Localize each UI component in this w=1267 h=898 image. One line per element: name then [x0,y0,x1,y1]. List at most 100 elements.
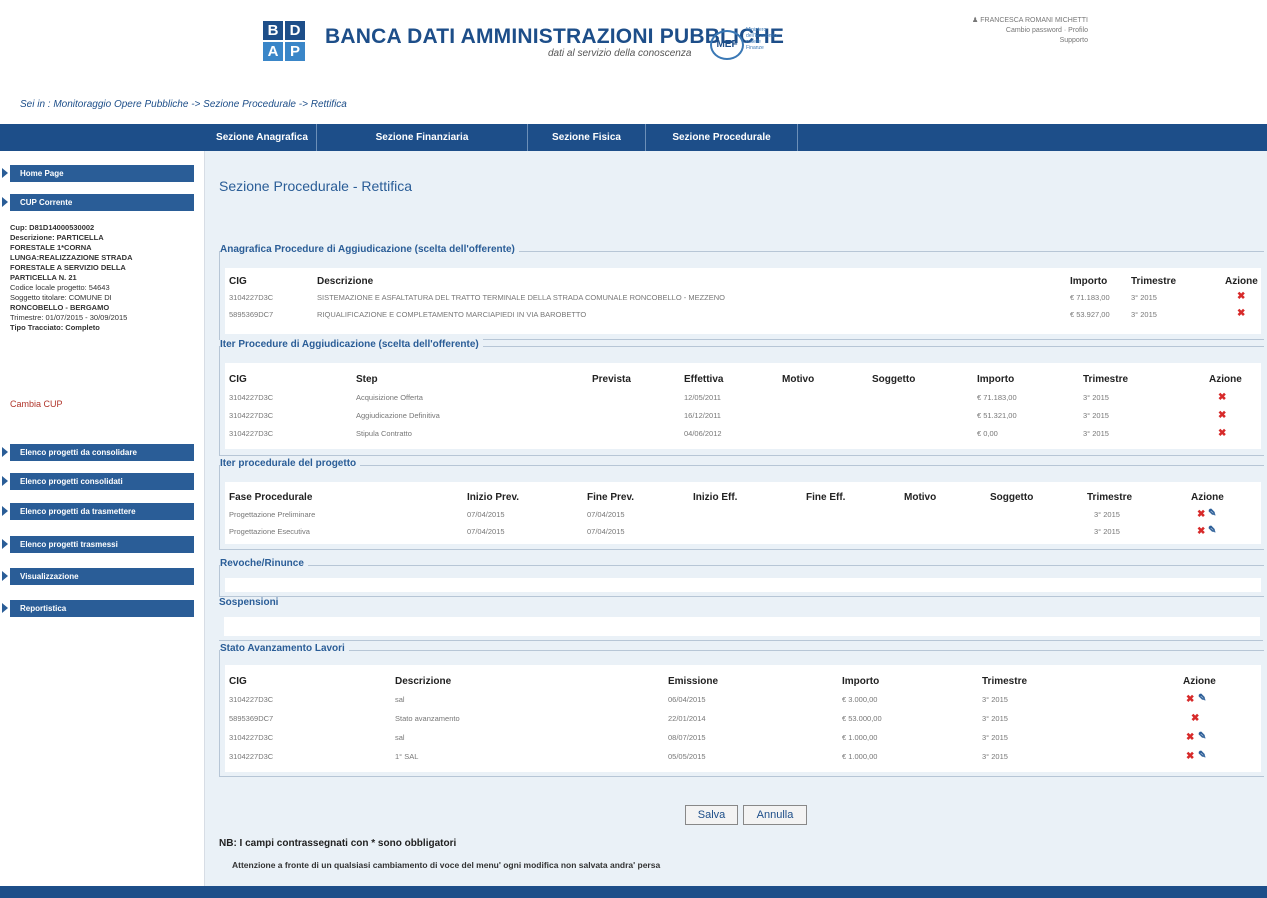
column-header: CIG [229,676,247,687]
top-nav: Sezione Anagrafica Sezione Finanziaria S… [0,124,1267,151]
column-header: CIG [229,374,247,385]
sidebar-item-progetti-consolidati[interactable]: Elenco progetti consolidati [2,473,194,490]
cell-effettiva: 12/05/2011 [684,393,721,402]
cell-trimestre: 3° 2015 [1083,411,1109,420]
cell-importo: € 1.000,00 [842,733,878,742]
cell-fine-prev: 07/04/2015 [587,510,625,519]
cell-cig: 3104227D3C [229,733,274,742]
delete-icon[interactable]: ✖ [1218,392,1226,403]
edit-icon[interactable]: ✎ [1198,731,1206,742]
cell-trimestre: 3° 2015 [982,733,1008,742]
sidebar-item-label: Elenco progetti da consolidare [20,448,137,457]
cell-trimestre: 3° 2015 [1131,293,1157,302]
edit-icon[interactable]: ✎ [1208,525,1216,536]
column-header: Motivo [782,374,815,385]
save-button[interactable]: Salva [685,805,738,825]
cell-inizio-prev: 07/04/2015 [467,527,505,536]
cell-step: Aggiudicazione Definitiva [356,411,440,420]
cell-cig: 3104227D3C [229,752,274,761]
sidebar-item-visualizzazione[interactable]: Visualizzazione [2,568,194,585]
sidebar-item-progetti-da-trasmettere[interactable]: Elenco progetti da trasmettere [2,503,194,520]
sidebar-item-label: Elenco progetti trasmessi [20,540,118,549]
column-header: Azione [1191,492,1224,503]
delete-icon[interactable]: ✖ [1218,428,1226,439]
sidebar-item-progetti-da-consolidare[interactable]: Elenco progetti da consolidare [2,444,194,461]
column-header: Azione [1225,276,1258,287]
cell-effettiva: 04/06/2012 [684,429,722,438]
support-link[interactable]: Supporto [930,36,1088,46]
user-links[interactable]: Cambio password · Profilo [930,26,1088,36]
cell-importo: € 3.000,00 [842,695,878,704]
sidebar-item-home[interactable]: Home Page [2,165,194,182]
column-header: CIG [229,276,247,287]
cell-cig: 3104227D3C [229,429,274,438]
column-header: Inizio Eff. [693,492,738,503]
cell-descrizione: sal [395,695,405,704]
cell-importo: € 71.183,00 [1070,293,1110,302]
column-header: Importo [842,676,880,687]
column-header: Emissione [668,676,719,687]
tab-sezione-procedurale[interactable]: Sezione Procedurale [646,124,798,151]
cell-cig: 5895369DC7 [229,310,274,319]
delete-icon[interactable]: ✖ [1191,713,1199,724]
delete-icon[interactable]: ✖ [1186,694,1194,705]
delete-icon[interactable]: ✖ [1197,509,1205,520]
cell-descrizione: Stato avanzamento [395,714,460,723]
cup-info: Cup: D81D14000530002 Descrizione: PARTIC… [10,223,195,333]
cup-line: PARTICELLA N. 21 [10,273,77,282]
sidebar-item-label: Home Page [20,169,64,178]
cup-line: FORESTALE 1*CORNA [10,243,92,252]
column-header: Soggetto [990,492,1034,503]
cell-trimestre: 3° 2015 [982,752,1008,761]
section-legend: Stato Avanzamento Lavori [220,643,349,654]
column-header: Azione [1209,374,1242,385]
cup-line: LUNGA:REALIZZAZIONE STRADA [10,253,133,262]
cell-importo: € 0,00 [977,429,998,438]
column-header: Importo [977,374,1015,385]
bdap-logo[interactable]: B D A P [263,21,307,63]
column-header: Motivo [904,492,937,503]
delete-icon[interactable]: ✖ [1237,291,1245,302]
tab-sezione-finanziaria[interactable]: Sezione Finanziaria [317,124,528,151]
edit-icon[interactable]: ✎ [1198,693,1206,704]
tab-sezione-anagrafica[interactable]: Sezione Anagrafica [208,124,317,151]
logo-letter: A [263,42,283,61]
delete-icon[interactable]: ✖ [1218,410,1226,421]
cell-step: Acquisizione Offerta [356,393,423,402]
delete-icon[interactable]: ✖ [1197,526,1205,537]
tab-sezione-fisica[interactable]: Sezione Fisica [528,124,646,151]
section-legend: Iter procedurale del progetto [220,458,361,469]
column-header: Trimestre [1083,374,1129,385]
cup-line: Codice locale progetto: 54643 [10,283,110,292]
cell-cig: 3104227D3C [229,411,274,420]
cambia-cup-link[interactable]: Cambia CUP [10,399,63,409]
cell-descrizione: RIQUALIFICAZIONE E COMPLETAMENTO MARCIAP… [317,310,587,319]
delete-icon[interactable]: ✖ [1237,308,1245,319]
user-info: ♟ FRANCESCA ROMANI MICHETTI Cambio passw… [930,16,1088,46]
sidebar-item-progetti-trasmessi[interactable]: Elenco progetti trasmessi [2,536,194,553]
column-header: Trimestre [1087,492,1133,503]
cell-cig: 3104227D3C [229,293,274,302]
footer-bar [0,886,1267,898]
cup-line: Descrizione: PARTICELLA [10,233,104,242]
sidebar-item-label: CUP Corrente [20,198,73,207]
edit-icon[interactable]: ✎ [1208,508,1216,519]
section-sal: Stato Avanzamento Lavori CIG Descrizione… [219,643,1264,777]
sidebar-item-reportistica[interactable]: Reportistica [2,600,194,617]
cell-importo: € 51.321,00 [977,411,1017,420]
section-anagrafica-procedure: Anagrafica Procedure di Aggiudicazione (… [219,244,1264,340]
cell-trimestre: 3° 2015 [982,695,1008,704]
column-header: Soggetto [872,374,916,385]
site-subtitle: dati al servizio della conoscenza [548,48,692,59]
mef-text: Ministero dell'Economia e delle Finanze [746,27,777,51]
delete-icon[interactable]: ✖ [1186,751,1194,762]
cancel-button[interactable]: Annulla [743,805,807,825]
cell-importo: € 1.000,00 [842,752,878,761]
logo-letter: B [263,21,283,40]
section-revoche-rinunce: Revoche/Rinunce [219,558,1264,597]
edit-icon[interactable]: ✎ [1198,750,1206,761]
cup-line: Soggetto titolare: COMUNE DI [10,293,112,302]
delete-icon[interactable]: ✖ [1186,732,1194,743]
cell-emissione: 22/01/2014 [668,714,706,723]
sidebar-item-cup-corrente[interactable]: CUP Corrente [2,194,194,211]
